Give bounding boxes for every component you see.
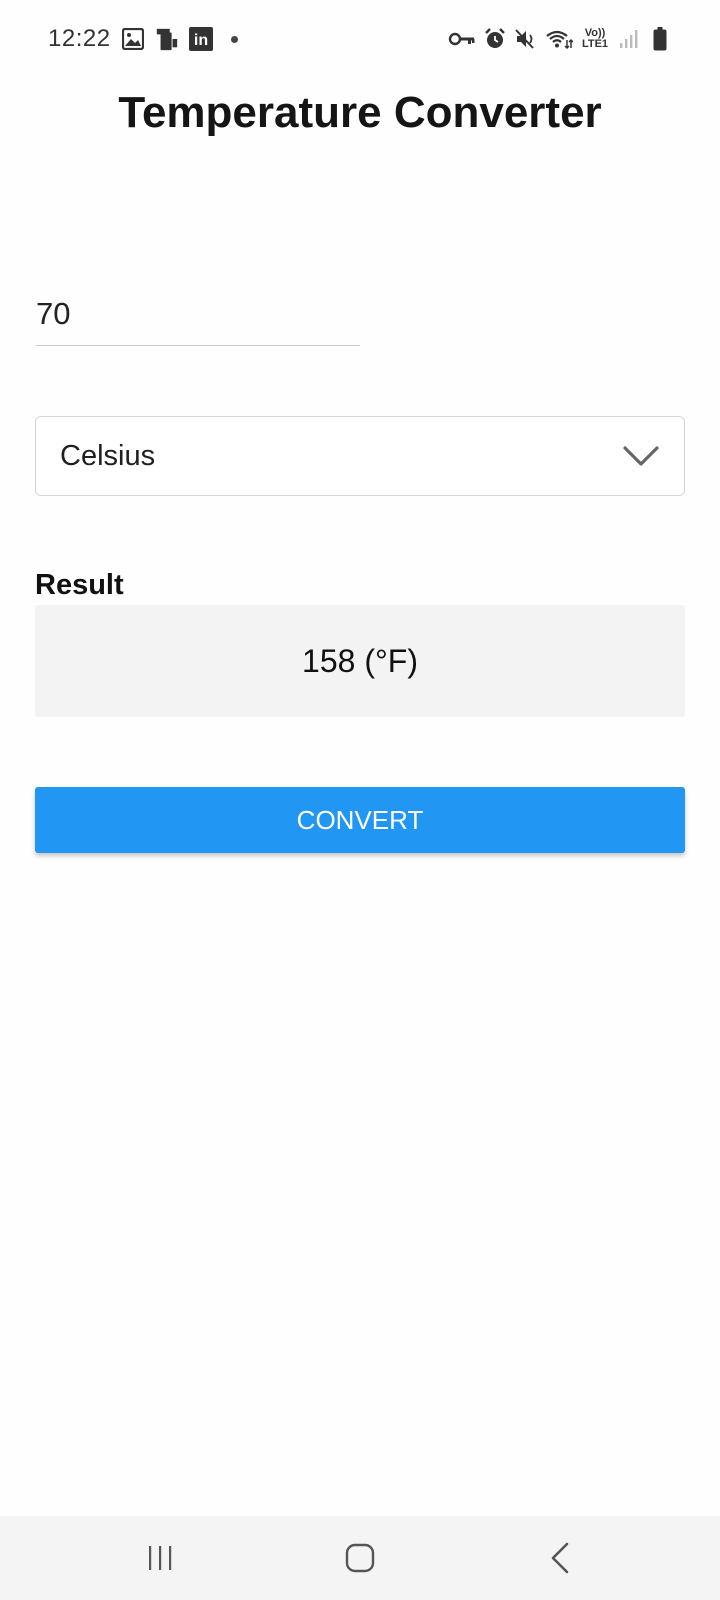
lte-bottom-label: LTE1 [581, 38, 609, 50]
device-icon [155, 27, 179, 51]
app-screen: 12:22 in Vo)) LTE1 Temperature Converter… [0, 0, 720, 1600]
back-icon [551, 1542, 569, 1574]
vpn-key-icon [448, 27, 476, 51]
signal-icon [617, 27, 641, 51]
home-icon [345, 1543, 375, 1573]
back-button[interactable] [520, 1528, 600, 1588]
result-value: 158 (°F) [302, 642, 418, 679]
alarm-icon [483, 27, 507, 51]
lte-icon: Vo)) LTE1 [580, 27, 610, 51]
unit-select[interactable]: Celsius [35, 416, 685, 496]
temperature-input[interactable] [36, 282, 360, 346]
recents-button[interactable] [120, 1528, 200, 1588]
wifi-icon [545, 27, 573, 51]
svg-text:in: in [193, 32, 207, 49]
status-left: 12:22 in [48, 25, 238, 53]
linkedin-icon: in [188, 27, 213, 51]
home-button[interactable] [320, 1528, 400, 1588]
result-label: Result [35, 569, 124, 601]
unit-select-value: Celsius [60, 439, 156, 472]
navigation-bar [0, 1516, 720, 1600]
page-title: Temperature Converter [118, 88, 602, 137]
chevron-down-icon [622, 444, 660, 468]
mute-icon [514, 27, 538, 51]
convert-button[interactable]: CONVERT [35, 787, 685, 853]
notification-dot-icon [230, 35, 238, 43]
status-bar: 12:22 in Vo)) LTE1 [0, 0, 720, 78]
result-box: 158 (°F) [35, 605, 685, 717]
status-right: Vo)) LTE1 [448, 27, 672, 51]
recents-icon [149, 1546, 172, 1570]
battery-icon [648, 27, 672, 51]
gallery-icon [121, 27, 145, 51]
status-time: 12:22 [48, 25, 111, 52]
